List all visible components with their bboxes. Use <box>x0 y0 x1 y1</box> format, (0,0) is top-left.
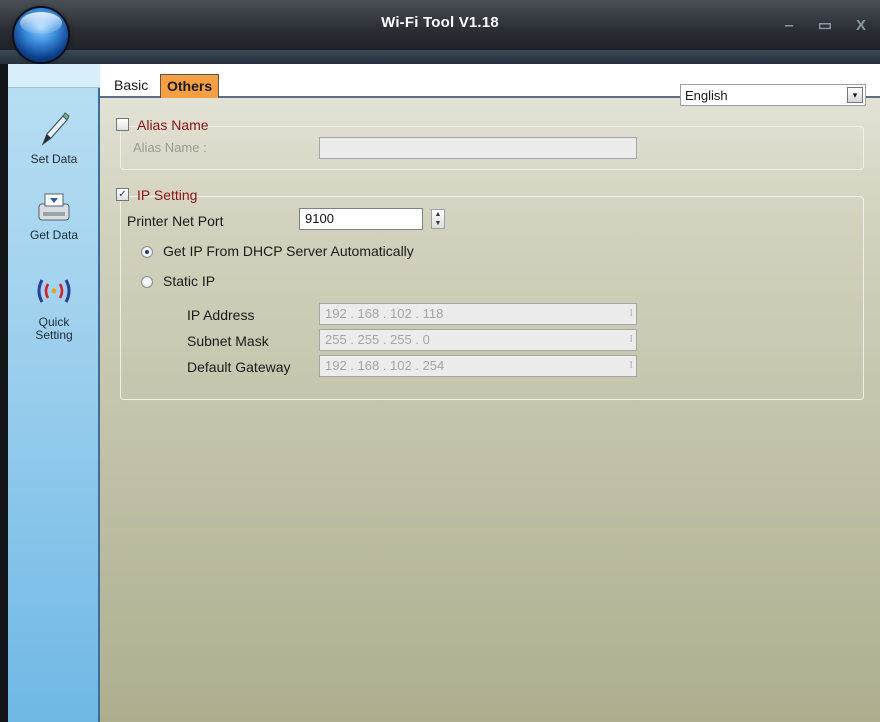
sidebar-top-band <box>8 64 100 88</box>
port-stepper[interactable]: ▲ ▼ <box>431 209 445 229</box>
wireless-icon <box>37 279 71 303</box>
sidebar-item-quick-setting[interactable]: Quick Setting <box>8 274 100 342</box>
window-title: Wi-Fi Tool V1.18 <box>381 14 499 31</box>
dhcp-radio[interactable] <box>141 246 153 258</box>
title-bar: Wi-Fi Tool V1.18 ‒ ▭ X <box>0 0 880 64</box>
sidebar-item-label: Get Data <box>29 228 79 242</box>
ip-address-label: IP Address <box>187 307 255 323</box>
sidebar-item-label: Setting <box>35 328 73 342</box>
language-selected-value: English <box>685 88 728 103</box>
printer-download-icon <box>38 193 70 221</box>
ip-address-field[interactable]: 192 . 168 . 102 . 118 I <box>319 303 637 325</box>
ip-address-value: 192 . 168 . 102 . 118 <box>325 306 444 321</box>
ip-setting-group: ✓ IP Setting Printer Net Port 9100 ▲ ▼ Ge… <box>116 187 864 400</box>
default-gateway-field[interactable]: 192 . 168 . 102 . 254 I <box>319 355 637 377</box>
static-ip-radio[interactable] <box>141 276 153 288</box>
alias-name-group: Alias Name Alias Name : <box>116 117 864 170</box>
default-gateway-value: 192 . 168 . 102 . 254 <box>325 358 445 373</box>
sidebar: Set Data Get Data Quick Setting <box>8 64 100 722</box>
field-marker-icon: I <box>629 333 633 345</box>
static-ip-label: Static IP <box>163 273 216 289</box>
subnet-mask-value: 255 . 255 . 255 . 0 <box>325 332 430 347</box>
maximize-button[interactable]: ▭ <box>814 16 836 36</box>
dhcp-label: Get IP From DHCP Server Automatically <box>163 243 414 259</box>
sidebar-item-label: Set Data <box>30 152 78 166</box>
minimize-button[interactable]: ‒ <box>778 16 800 36</box>
alias-name-field[interactable] <box>319 137 637 159</box>
tab-basic[interactable]: Basic <box>108 74 154 98</box>
main-panel: Basic Others English ▾ Alias Name Alias … <box>100 64 880 722</box>
alias-name-checkbox[interactable] <box>116 118 129 131</box>
printer-net-port-label: Printer Net Port <box>127 213 224 229</box>
sidebar-item-get-data[interactable]: Get Data <box>8 190 100 242</box>
alias-name-group-title: Alias Name <box>137 117 209 133</box>
language-select[interactable]: English ▾ <box>680 84 866 106</box>
tab-others[interactable]: Others <box>160 74 220 98</box>
chevron-down-icon[interactable]: ▾ <box>847 87 863 103</box>
title-bar-stripe <box>0 50 880 64</box>
close-button[interactable]: X <box>850 16 872 36</box>
default-gateway-label: Default Gateway <box>187 359 291 375</box>
subnet-mask-label: Subnet Mask <box>187 333 269 349</box>
ip-setting-group-title: IP Setting <box>137 187 198 203</box>
field-marker-icon: I <box>629 307 633 319</box>
subnet-mask-field[interactable]: 255 . 255 . 255 . 0 I <box>319 329 637 351</box>
window-left-edge <box>0 64 8 722</box>
alias-name-label: Alias Name : <box>133 140 207 155</box>
printer-net-port-field[interactable]: 9100 <box>299 208 423 230</box>
pen-icon <box>41 112 70 146</box>
ip-setting-checkbox[interactable]: ✓ <box>116 188 129 201</box>
field-marker-icon: I <box>629 359 633 371</box>
sidebar-item-set-data[interactable]: Set Data <box>8 110 100 166</box>
